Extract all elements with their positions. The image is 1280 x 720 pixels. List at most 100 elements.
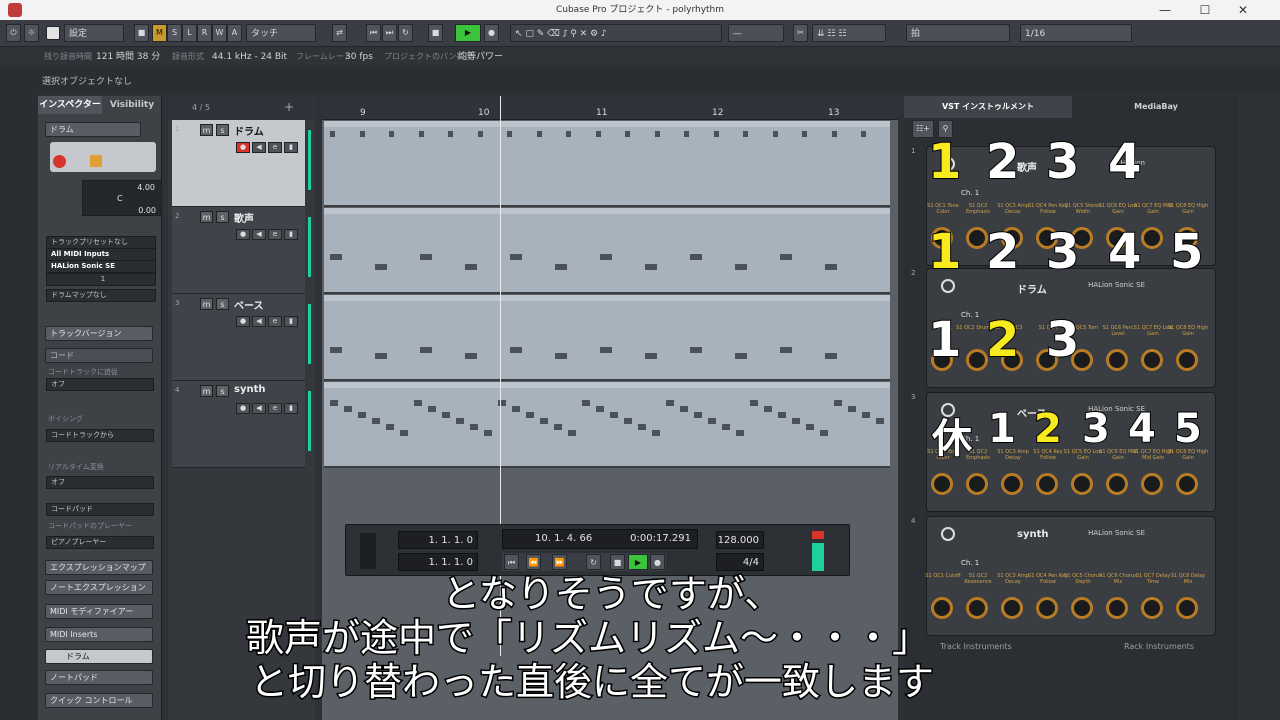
track-row[interactable]: 4 m s synth ● ◀ e ▮ xyxy=(172,381,311,468)
ruler[interactable]: 9 10 11 12 13 xyxy=(322,96,898,120)
color-select[interactable]: — xyxy=(728,24,784,42)
midi-note[interactable] xyxy=(862,412,870,418)
realtime-select[interactable]: オフ xyxy=(46,476,154,489)
quick-control-knob[interactable] xyxy=(1001,473,1023,495)
midi-note[interactable] xyxy=(638,424,646,430)
chord-follow-select[interactable]: オフ xyxy=(46,378,154,391)
mode-w[interactable]: W xyxy=(212,24,227,42)
midi-note[interactable] xyxy=(666,400,674,406)
quick-control-knob[interactable] xyxy=(1106,473,1128,495)
piano-player-select[interactable]: ピアノプレーヤー xyxy=(46,536,154,549)
midi-part-bass[interactable] xyxy=(324,295,890,381)
midi-note[interactable] xyxy=(654,131,660,137)
quick-control-knob[interactable] xyxy=(1176,473,1198,495)
track-instruments-label[interactable]: Track Instruments xyxy=(940,642,1012,651)
midi-note[interactable] xyxy=(645,353,657,359)
solo-button[interactable]: s xyxy=(216,298,229,310)
drum-section[interactable]: ドラム xyxy=(45,649,153,664)
instrument-field[interactable]: HALion Sonic SE xyxy=(46,260,156,273)
quantize-select[interactable]: 1/16 xyxy=(1020,24,1132,42)
cycle-icon[interactable]: ↻ xyxy=(398,24,413,42)
mute-button[interactable]: m xyxy=(200,298,213,310)
play-icon[interactable]: ▶ xyxy=(455,24,481,42)
preset-select[interactable]: 設定 xyxy=(64,24,124,42)
chord-pad-field[interactable]: コードパッド xyxy=(46,503,154,516)
midi-part-drum[interactable] xyxy=(324,121,890,207)
quick-control-knob[interactable] xyxy=(1141,349,1163,371)
midi-note[interactable] xyxy=(344,406,352,412)
mute-button[interactable]: m xyxy=(200,385,213,397)
edit-button[interactable]: e xyxy=(268,316,282,327)
note-pad-section[interactable]: ノートパッド xyxy=(45,670,153,685)
go-start-icon[interactable]: ⏮ xyxy=(504,554,519,570)
midi-note[interactable] xyxy=(420,254,432,260)
midi-note[interactable] xyxy=(778,412,786,418)
monitor-icon[interactable] xyxy=(90,155,102,167)
quick-control-section[interactable]: クイック コントロール xyxy=(45,693,153,708)
instrument-slot[interactable]: 4 synth HALion Sonic SE Ch. 1 S1 QC1 Cutoff S… xyxy=(911,516,1216,636)
midi-note[interactable] xyxy=(330,347,342,353)
midi-note[interactable] xyxy=(792,418,800,424)
maximize-icon[interactable]: ☐ xyxy=(1186,0,1224,20)
record-icon[interactable]: ● xyxy=(650,554,665,570)
instrument-button[interactable]: ▮ xyxy=(284,403,298,414)
midi-note[interactable] xyxy=(708,418,716,424)
midi-note[interactable] xyxy=(540,418,548,424)
minimize-icon[interactable]: — xyxy=(1146,0,1184,20)
quick-control-knob[interactable] xyxy=(1036,473,1058,495)
quick-control-knob[interactable] xyxy=(1176,349,1198,371)
tab-visibility[interactable]: Visibility xyxy=(104,96,160,114)
midi-note[interactable] xyxy=(456,418,464,424)
midi-note[interactable] xyxy=(624,418,632,424)
midi-note[interactable] xyxy=(465,353,477,359)
midi-part-vocal[interactable] xyxy=(324,208,890,294)
edit-button[interactable]: e xyxy=(268,142,282,153)
midi-part-synth[interactable] xyxy=(324,382,890,468)
quick-control-knob[interactable] xyxy=(1176,597,1198,619)
midi-note[interactable] xyxy=(694,412,702,418)
monitor-button[interactable]: ◀ xyxy=(252,316,266,327)
quick-control-knob[interactable] xyxy=(966,227,988,249)
quick-control-knob[interactable] xyxy=(966,597,988,619)
instrument-button[interactable]: ▮ xyxy=(284,142,298,153)
track-row[interactable]: 1 m s ドラム ● ◀ e ▮ xyxy=(172,120,311,207)
record-enable-icon[interactable] xyxy=(53,155,66,168)
stop-icon[interactable]: ■ xyxy=(428,24,443,42)
mode-m[interactable]: M xyxy=(152,24,167,42)
grid-type-select[interactable]: 拍 xyxy=(906,24,1010,42)
midi-note[interactable] xyxy=(848,406,856,412)
quick-control-knob[interactable] xyxy=(1071,473,1093,495)
midi-note[interactable] xyxy=(414,400,422,406)
monitor-button[interactable]: ◀ xyxy=(252,403,266,414)
midi-note[interactable] xyxy=(582,400,590,406)
add-track-icon[interactable]: + xyxy=(284,100,294,114)
midi-note[interactable] xyxy=(625,131,630,137)
midi-note[interactable] xyxy=(750,400,758,406)
midi-note[interactable] xyxy=(428,406,436,412)
midi-note[interactable] xyxy=(610,412,618,418)
solo-button[interactable]: s xyxy=(216,124,229,136)
track-row[interactable]: 2 m s 歌声 ● ◀ e ▮ xyxy=(172,207,311,294)
midi-note[interactable] xyxy=(477,131,483,137)
cycle-icon[interactable]: ↻ xyxy=(586,554,601,570)
midi-note[interactable] xyxy=(735,264,747,270)
automation-mode-select[interactable]: タッチ xyxy=(246,24,316,42)
midi-note[interactable] xyxy=(568,430,576,436)
midi-note[interactable] xyxy=(536,131,542,137)
close-icon[interactable]: ✕ xyxy=(1224,0,1262,20)
power-icon[interactable] xyxy=(941,527,955,541)
midi-note[interactable] xyxy=(736,430,744,436)
scissors-icon[interactable]: ✂ xyxy=(793,24,808,42)
midi-note[interactable] xyxy=(330,400,338,406)
midi-note[interactable] xyxy=(600,347,612,353)
midi-note[interactable] xyxy=(400,430,408,436)
midi-note[interactable] xyxy=(780,254,792,260)
note-expression-section[interactable]: ノートエクスプレッション xyxy=(45,580,153,595)
midi-note[interactable] xyxy=(834,400,842,406)
midi-note[interactable] xyxy=(389,131,394,137)
record-button[interactable]: ● xyxy=(236,142,250,153)
stop-icon[interactable]: ■ xyxy=(610,554,625,570)
mode-r[interactable]: R xyxy=(197,24,212,42)
midi-note[interactable] xyxy=(512,406,520,412)
constrain-icon[interactable]: ☼ xyxy=(24,24,39,42)
